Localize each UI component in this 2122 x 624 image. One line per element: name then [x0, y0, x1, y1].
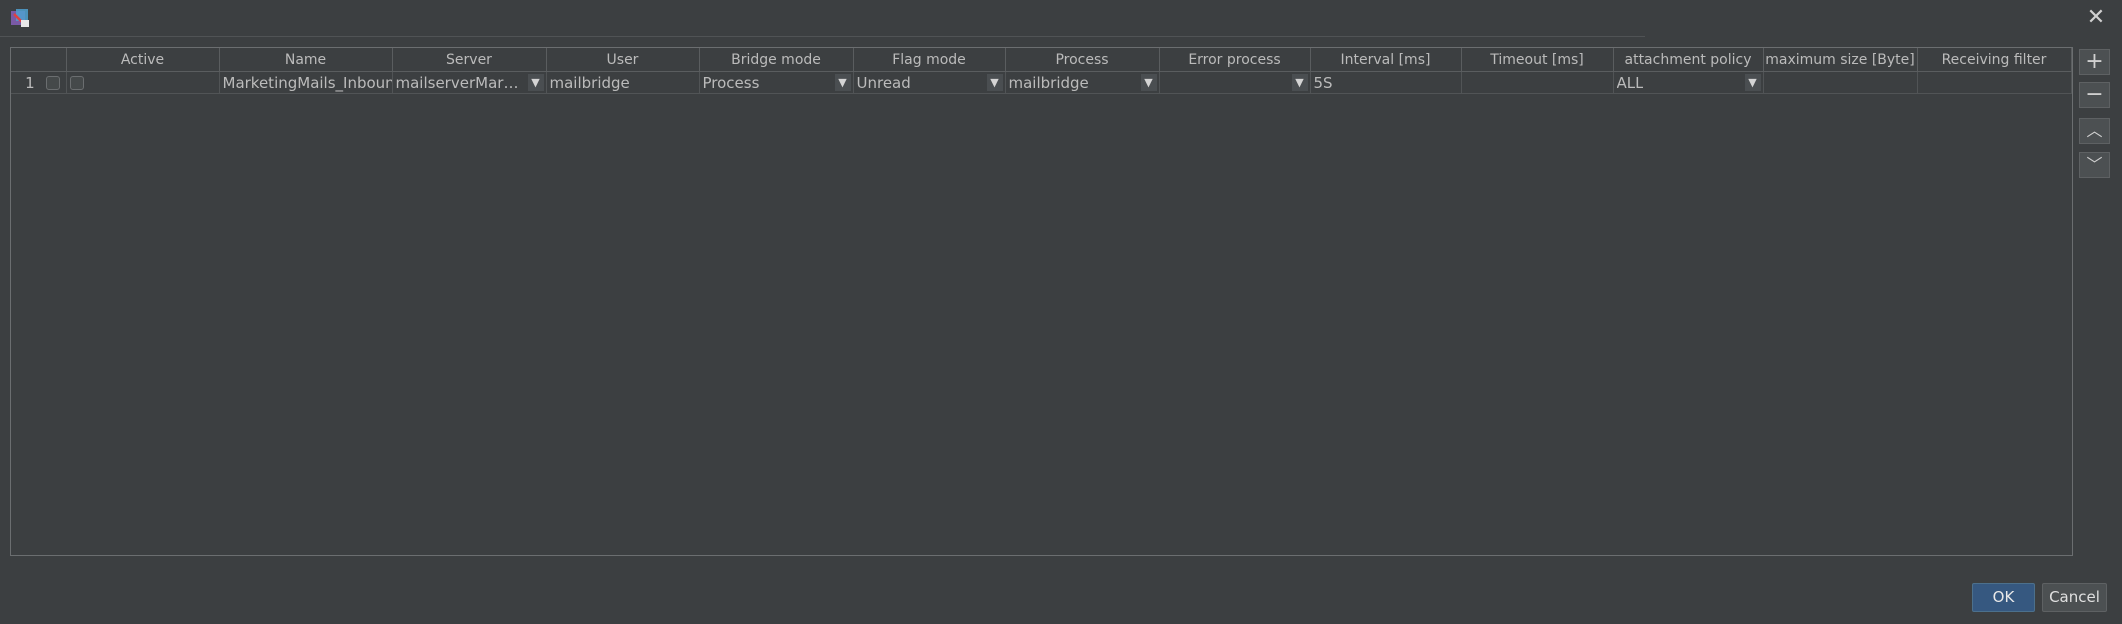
flag-mode-value: Unread: [856, 73, 911, 92]
mail-bridge-table: Active Name Server User Bridge mode Flag…: [11, 48, 2072, 94]
attachment-policy-value: ALL: [1616, 73, 1644, 92]
ok-button[interactable]: OK: [1972, 583, 2035, 612]
column-header-attachment-policy[interactable]: attachment policy: [1613, 48, 1764, 72]
title-bar: ✕: [0, 0, 2122, 36]
flag-mode-cell[interactable]: Unread ▼: [853, 71, 1006, 94]
interval-cell[interactable]: 5S: [1310, 71, 1462, 94]
chevron-down-icon[interactable]: ▼: [986, 74, 1003, 91]
remove-row-button[interactable]: −: [2079, 82, 2110, 108]
move-down-button[interactable]: ﹀: [2079, 152, 2110, 178]
user-cell[interactable]: mailbridge: [546, 71, 700, 94]
chevron-down-icon[interactable]: ▼: [1744, 74, 1761, 91]
row-number: 1: [25, 73, 35, 92]
move-up-button[interactable]: ︿: [2079, 118, 2110, 144]
column-header-bridge-mode[interactable]: Bridge mode: [699, 48, 854, 72]
column-header-timeout[interactable]: Timeout [ms]: [1461, 48, 1614, 72]
server-cell[interactable]: mailserverMarket... ▼: [392, 71, 547, 94]
table-row[interactable]: 1 MarketingMails_Inbound mailserverMarke…: [11, 71, 2072, 94]
column-header-error-process[interactable]: Error process: [1159, 48, 1311, 72]
active-cell[interactable]: [66, 71, 220, 94]
title-separator: [0, 36, 1645, 37]
bridge-mode-cell[interactable]: Process ▼: [699, 71, 854, 94]
process-cell[interactable]: mailbridge ▼: [1005, 71, 1160, 94]
chevron-down-icon[interactable]: ▼: [527, 74, 544, 91]
cancel-button[interactable]: Cancel: [2042, 583, 2107, 612]
table-header-row: Active Name Server User Bridge mode Flag…: [11, 48, 2072, 72]
chevron-down-icon[interactable]: ▼: [1291, 74, 1308, 91]
column-header-interval[interactable]: Interval [ms]: [1310, 48, 1462, 72]
error-process-cell[interactable]: ▼: [1159, 71, 1311, 94]
add-row-button[interactable]: +: [2079, 49, 2110, 75]
receiving-filter-cell[interactable]: [1917, 71, 2072, 94]
attachment-policy-cell[interactable]: ALL ▼: [1613, 71, 1764, 94]
process-value: mailbridge: [1008, 73, 1089, 92]
column-header-flag-mode[interactable]: Flag mode: [853, 48, 1006, 72]
bridge-mode-value: Process: [702, 73, 760, 92]
column-header-receiving-filter[interactable]: Receiving filter: [1917, 48, 2072, 72]
close-icon[interactable]: ✕: [2084, 6, 2108, 30]
column-header-active[interactable]: Active: [66, 48, 220, 72]
app-logo-icon: [11, 9, 29, 27]
server-value: mailserverMarket...: [395, 73, 521, 92]
column-header-server[interactable]: Server: [392, 48, 547, 72]
mail-bridge-table-panel: Active Name Server User Bridge mode Flag…: [10, 47, 2073, 556]
column-header-row-number[interactable]: [11, 48, 67, 72]
chevron-down-icon[interactable]: ▼: [1140, 74, 1157, 91]
row-select-checkbox[interactable]: [45, 76, 60, 90]
column-header-maximum-size[interactable]: maximum size [Byte]: [1763, 48, 1918, 72]
active-checkbox[interactable]: [69, 76, 84, 90]
column-header-process[interactable]: Process: [1005, 48, 1160, 72]
column-header-user[interactable]: User: [546, 48, 700, 72]
timeout-cell[interactable]: [1461, 71, 1614, 94]
name-cell[interactable]: MarketingMails_Inbound: [219, 71, 393, 94]
row-number-cell: 1: [11, 71, 67, 94]
maximum-size-cell[interactable]: [1763, 71, 1918, 94]
column-header-name[interactable]: Name: [219, 48, 393, 72]
chevron-down-icon[interactable]: ▼: [834, 74, 851, 91]
